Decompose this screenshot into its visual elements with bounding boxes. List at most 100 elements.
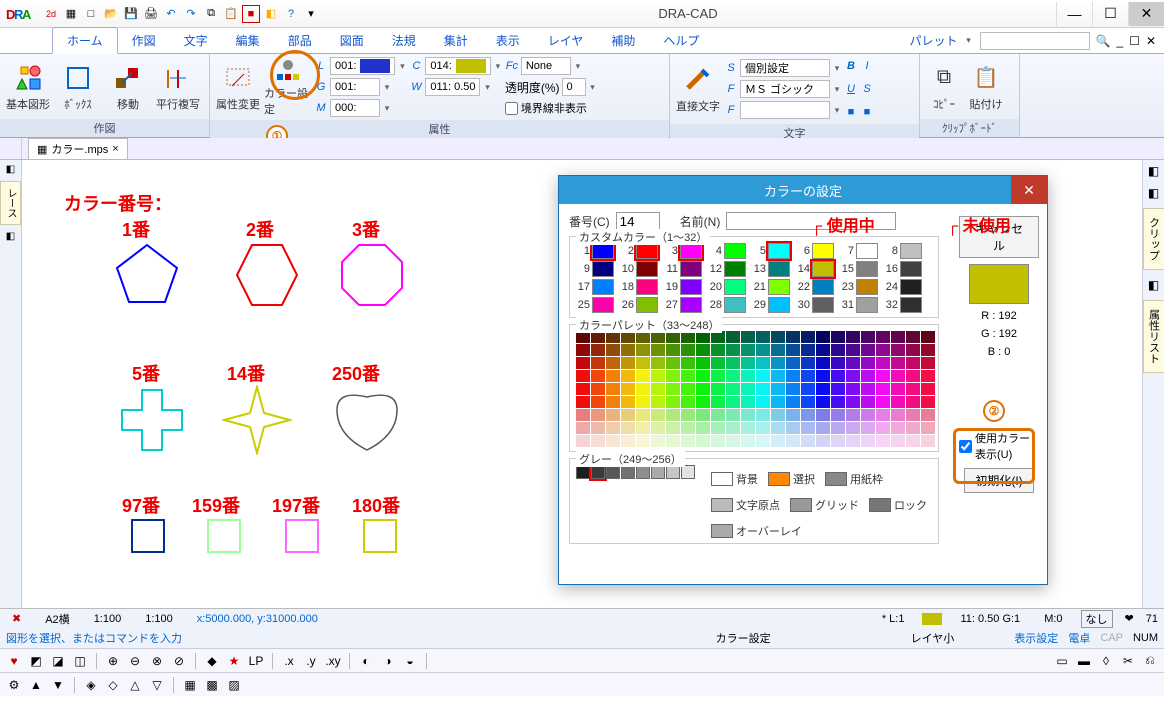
inner-minimize-icon[interactable]: _ <box>1116 34 1123 48</box>
palette-cell[interactable] <box>801 344 815 356</box>
palette-cell[interactable] <box>846 344 860 356</box>
palette-cell[interactable] <box>681 396 695 408</box>
palette-cell[interactable] <box>801 435 815 447</box>
palette-cell[interactable] <box>591 357 605 369</box>
tab-home[interactable]: ホーム <box>52 27 118 54</box>
palette-cell[interactable] <box>696 370 710 382</box>
custom-color-18[interactable]: 18 <box>620 279 662 295</box>
palette-cell[interactable] <box>921 383 935 395</box>
palette-cell[interactable] <box>606 344 620 356</box>
custom-color-1[interactable]: 1 <box>576 243 618 259</box>
grey-cell[interactable] <box>591 465 605 479</box>
palette-cell[interactable] <box>921 344 935 356</box>
palette-cell[interactable] <box>651 383 665 395</box>
right-vtab-clip[interactable]: クリップ <box>1143 208 1164 270</box>
parallel-copy-button[interactable]: 平行複写 <box>154 57 202 117</box>
palette-cell[interactable] <box>666 344 680 356</box>
palette-cell[interactable] <box>861 344 875 356</box>
palette-cell[interactable] <box>846 435 860 447</box>
palette-cell[interactable] <box>831 396 845 408</box>
palette-cell[interactable] <box>576 370 590 382</box>
palette-cell[interactable] <box>831 357 845 369</box>
custom-color-21[interactable]: 21 <box>752 279 794 295</box>
qat-2d3d-icon[interactable]: 2d <box>42 5 60 23</box>
palette-cell[interactable] <box>921 409 935 421</box>
custom-color-29[interactable]: 29 <box>752 297 794 313</box>
palette-cell[interactable] <box>786 422 800 434</box>
search-icon[interactable]: 🔍 <box>1096 34 1111 48</box>
grey-cell[interactable] <box>681 465 695 479</box>
palette-cell[interactable] <box>771 331 785 343</box>
palette-cell[interactable] <box>681 344 695 356</box>
palette-cell[interactable] <box>756 409 770 421</box>
palette-cell[interactable] <box>906 383 920 395</box>
palette-cell[interactable] <box>816 396 830 408</box>
palette-cell[interactable] <box>801 383 815 395</box>
status-line[interactable]: 11: 0.50 G:1 <box>954 613 1026 625</box>
palette-cell[interactable] <box>726 435 740 447</box>
custom-color-9[interactable]: 9 <box>576 261 618 277</box>
palette-cell[interactable] <box>906 344 920 356</box>
palette-cell[interactable] <box>606 435 620 447</box>
palette-cell[interactable] <box>576 396 590 408</box>
inner-close-icon[interactable]: ✕ <box>1146 34 1156 48</box>
custom-color-4[interactable]: 4 <box>708 243 750 259</box>
tab-hyouji[interactable]: 表示 <box>482 28 534 53</box>
qat-color-icon[interactable]: ◧ <box>262 5 280 23</box>
fillcolor-select[interactable]: None <box>521 57 571 75</box>
palette-cell[interactable] <box>681 357 695 369</box>
palette-cell[interactable] <box>651 422 665 434</box>
palette-cell[interactable] <box>876 344 890 356</box>
palette-cell[interactable] <box>696 396 710 408</box>
color-palette-grid[interactable] <box>576 331 932 447</box>
move-button[interactable]: 移動 <box>104 57 152 117</box>
palette-cell[interactable] <box>696 422 710 434</box>
palette-cell[interactable] <box>876 370 890 382</box>
palette-cell[interactable] <box>756 383 770 395</box>
layer-select[interactable]: 001: <box>330 57 395 75</box>
custom-color-28[interactable]: 28 <box>708 297 750 313</box>
custom-color-15[interactable]: 15 <box>840 261 882 277</box>
grey-cell[interactable] <box>666 465 680 479</box>
palette-cell[interactable] <box>771 344 785 356</box>
attribute-change-button[interactable]: 属性変更 <box>214 57 262 117</box>
palette-cell[interactable] <box>786 344 800 356</box>
palette-cell[interactable] <box>711 383 725 395</box>
dialog-title-bar[interactable]: カラーの設定 ✕ <box>559 176 1047 204</box>
custom-color-6[interactable]: 6 <box>796 243 838 259</box>
palette-cell[interactable] <box>876 422 890 434</box>
palette-cell[interactable] <box>726 357 740 369</box>
palette-cell[interactable] <box>906 370 920 382</box>
palette-cell[interactable] <box>831 435 845 447</box>
palette-cell[interactable] <box>726 370 740 382</box>
grey-cell[interactable] <box>606 465 620 479</box>
custom-color-20[interactable]: 20 <box>708 279 750 295</box>
palette-cell[interactable] <box>801 331 815 343</box>
palette-cell[interactable] <box>876 396 890 408</box>
palette-cell[interactable] <box>846 357 860 369</box>
italic-icon[interactable]: I <box>860 59 874 73</box>
tab-buhin[interactable]: 部品 <box>274 28 326 53</box>
custom-color-31[interactable]: 31 <box>840 297 882 313</box>
qat-undo-icon[interactable]: ↶ <box>162 5 180 23</box>
status-layerscale[interactable]: レイヤ小 <box>911 630 955 646</box>
grey-cell[interactable] <box>651 465 665 479</box>
tab-zumen[interactable]: 図面 <box>326 28 378 53</box>
palette-cell[interactable] <box>891 383 905 395</box>
status-other[interactable]: なし <box>1081 610 1113 628</box>
palette-cell[interactable] <box>786 383 800 395</box>
font-select[interactable]: ＭＳ ゴシック <box>740 80 830 98</box>
custom-color-13[interactable]: 13 <box>752 261 794 277</box>
palette-cell[interactable] <box>726 409 740 421</box>
palette-cell[interactable] <box>786 357 800 369</box>
palette-cell[interactable] <box>621 409 635 421</box>
palette-cell[interactable] <box>801 357 815 369</box>
custom-color-17[interactable]: 17 <box>576 279 618 295</box>
grey-cell[interactable] <box>621 465 635 479</box>
palette-cell[interactable] <box>771 357 785 369</box>
dialog-close-button[interactable]: ✕ <box>1011 176 1047 204</box>
tab-layer[interactable]: レイヤ <box>534 28 598 53</box>
status-mat[interactable]: M:0 <box>1038 613 1068 625</box>
direct-text-button[interactable]: 直接文字 <box>674 59 722 119</box>
palette-cell[interactable] <box>666 396 680 408</box>
